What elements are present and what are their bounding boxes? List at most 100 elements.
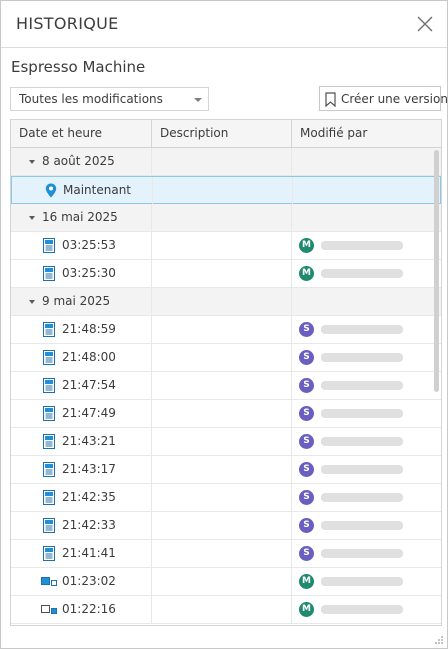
date-cell: 03:25:30 [11, 260, 152, 287]
row-time: 03:25:30 [62, 266, 116, 280]
description-cell [152, 456, 292, 483]
redacted-username [321, 549, 403, 558]
redacted-username [321, 325, 403, 334]
table-row[interactable]: 21:48:00 S [11, 344, 441, 372]
column-header-modified-by[interactable]: Modifié par [292, 120, 441, 147]
date-cell: 16 mai 2025 [11, 204, 152, 231]
table-row[interactable]: 21:42:35 S [11, 484, 441, 512]
document-icon [43, 462, 55, 480]
avatar: S [299, 350, 314, 365]
date-cell: 21:48:59 [11, 316, 152, 343]
table-row[interactable]: 21:48:59 S [11, 316, 441, 344]
redacted-username [321, 465, 403, 474]
close-icon[interactable] [416, 15, 434, 33]
table-row[interactable]: 21:41:41 S [11, 540, 441, 568]
date-cell: 21:43:21 [11, 428, 152, 455]
filter-dropdown[interactable]: Toutes les modifications [10, 87, 209, 111]
avatar: M [299, 266, 314, 281]
panel-title: HISTORIQUE [16, 14, 119, 33]
avatar: M [299, 602, 314, 617]
table-row[interactable]: 03:25:53 M [11, 232, 441, 260]
date-cell: 9 mai 2025 [11, 288, 152, 315]
group-row[interactable]: 8 août 2025 [11, 148, 441, 176]
redacted-username [321, 381, 403, 390]
row-time: 21:47:54 [62, 378, 116, 392]
document-icon [43, 406, 55, 424]
modified-by-cell [292, 204, 441, 231]
document-icon [43, 518, 55, 536]
panel-header: HISTORIQUE [1, 1, 447, 48]
table-row[interactable]: 21:43:17 S [11, 456, 441, 484]
redacted-username [321, 353, 403, 362]
create-version-button[interactable]: Créer une version [319, 86, 448, 111]
document-icon [43, 322, 55, 340]
table-row[interactable]: 21:47:49 S [11, 400, 441, 428]
date-cell: 21:42:33 [11, 512, 152, 539]
description-cell [152, 540, 292, 567]
document-icon [43, 350, 55, 368]
row-time: 21:48:59 [62, 322, 116, 336]
expand-triangle-icon[interactable] [29, 160, 35, 164]
modified-by-cell: M [292, 232, 441, 259]
group-row[interactable]: 16 mai 2025 [11, 204, 441, 232]
row-time: 03:25:53 [62, 238, 116, 252]
date-cell: 21:42:35 [11, 484, 152, 511]
modified-by-cell: S [292, 372, 441, 399]
document-icon [43, 490, 55, 508]
date-cell: 21:43:17 [11, 456, 152, 483]
scrollbar[interactable] [434, 150, 439, 392]
redacted-username [321, 409, 403, 418]
description-cell [152, 204, 292, 231]
column-header-description[interactable]: Description [152, 120, 292, 147]
avatar: S [299, 490, 314, 505]
document-icon [43, 378, 55, 396]
description-cell [152, 512, 292, 539]
table-row[interactable]: 03:25:30 M [11, 260, 441, 288]
table-row[interactable]: Maintenant [11, 176, 441, 204]
row-time: 01:22:16 [62, 602, 116, 616]
modified-by-cell [292, 288, 441, 315]
description-cell [152, 148, 292, 175]
description-cell [152, 344, 292, 371]
modified-by-cell: S [292, 540, 441, 567]
group-date-label: 8 août 2025 [42, 154, 115, 168]
document-icon [43, 546, 55, 564]
table-row[interactable]: 01:22:16 M [11, 596, 441, 624]
redacted-username [321, 437, 403, 446]
description-cell [152, 232, 292, 259]
modified-by-cell: S [292, 456, 441, 483]
table-row[interactable]: 01:23:02 M [11, 568, 441, 596]
row-time: 21:42:35 [62, 490, 116, 504]
table-row[interactable]: 21:42:33 S [11, 512, 441, 540]
table-row[interactable]: 21:43:21 S [11, 428, 441, 456]
modified-by-cell: M [292, 596, 441, 623]
description-cell [152, 400, 292, 427]
table-row[interactable]: 21:47:54 S [11, 372, 441, 400]
description-cell [153, 177, 293, 204]
description-cell [152, 484, 292, 511]
table-header: Date et heure Description Modifié par [11, 120, 441, 148]
resize-grip-icon[interactable] [434, 635, 444, 645]
avatar: S [299, 322, 314, 337]
modified-by-cell: S [292, 400, 441, 427]
date-cell: 21:48:00 [11, 344, 152, 371]
bookmark-icon [325, 92, 336, 107]
branch-version-icon [41, 576, 57, 591]
redacted-username [321, 493, 403, 502]
avatar: S [299, 546, 314, 561]
row-time: 21:48:00 [62, 350, 116, 364]
group-row[interactable]: 9 mai 2025 [11, 288, 441, 316]
avatar: S [299, 406, 314, 421]
date-cell: 21:47:49 [11, 400, 152, 427]
avatar: S [299, 378, 314, 393]
modified-by-cell: M [292, 568, 441, 595]
expand-triangle-icon[interactable] [29, 300, 35, 304]
date-cell: 03:25:53 [11, 232, 152, 259]
document-icon [43, 266, 55, 284]
date-cell: Maintenant [12, 177, 153, 204]
redacted-username [321, 269, 403, 278]
expand-triangle-icon[interactable] [29, 216, 35, 220]
branch-version-icon-alt [41, 604, 57, 619]
column-header-date[interactable]: Date et heure [11, 120, 152, 147]
description-cell [152, 372, 292, 399]
